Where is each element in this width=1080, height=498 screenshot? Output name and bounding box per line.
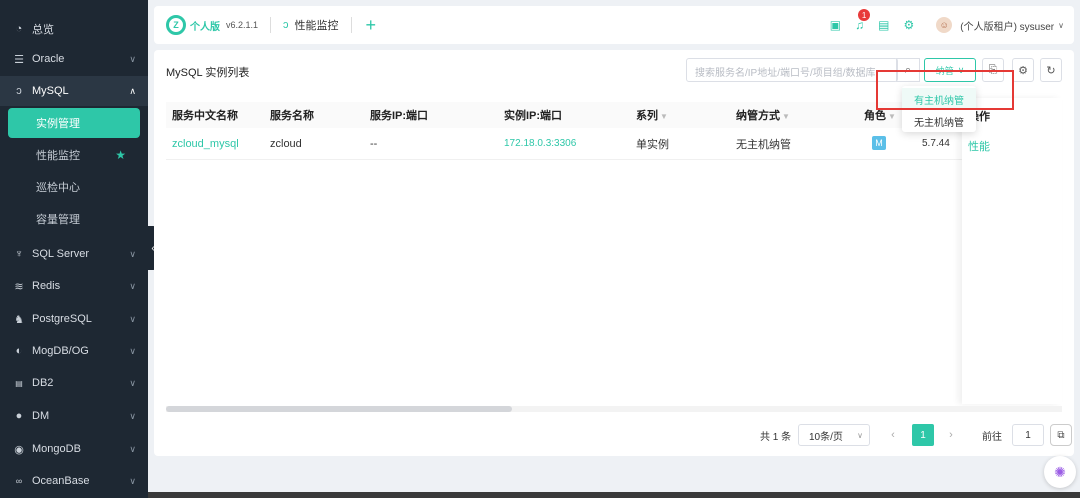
sidebar-item-mysql[interactable]: ↄ MySQL ∧ bbox=[0, 76, 148, 106]
instance-ip-link[interactable]: 172.18.0.3:3306 bbox=[504, 138, 576, 149]
column-header[interactable]: 实例IP:端口 bbox=[504, 107, 562, 123]
oceanbase-icon: ∞ bbox=[15, 476, 23, 486]
column-header[interactable]: 服务名称 bbox=[270, 107, 314, 123]
chevron-down-icon: ∨ bbox=[129, 313, 136, 324]
mogdb-icon: ◐ bbox=[15, 345, 23, 357]
redis-icon: ≋ bbox=[14, 280, 24, 293]
chevron-down-icon: ∨ bbox=[129, 377, 136, 388]
page-number[interactable]: 1 bbox=[912, 424, 934, 446]
add-tab-button[interactable]: + bbox=[366, 15, 377, 36]
sidebar-item-postgresql[interactable]: ♞ PostgreSQL ∨ bbox=[0, 304, 148, 334]
column-header[interactable]: 服务中文名称 bbox=[172, 107, 238, 123]
series: 单实例 bbox=[636, 138, 669, 151]
scrollbar-thumb[interactable] bbox=[166, 406, 512, 412]
column-header[interactable]: 服务IP:端口 bbox=[370, 107, 428, 123]
horizontal-scrollbar[interactable] bbox=[166, 406, 1062, 412]
tab-performance-monitor[interactable]: ↄ 性能监控 bbox=[283, 17, 339, 33]
fixed-action-column: 操作 性能 bbox=[962, 98, 1062, 404]
goto-label: 前往 bbox=[982, 431, 1002, 443]
document-icon[interactable]: ▣ bbox=[830, 18, 841, 32]
sidebar-subitem-performance-monitor[interactable]: 性能监控 ★ bbox=[8, 140, 140, 170]
chevron-down-icon: ∨ bbox=[129, 475, 136, 486]
divider bbox=[270, 17, 272, 33]
top-header: Z 个人版 v6.2.1.1 ↄ 性能监控 + ▣ ♫ 1 ▤ ⚙ ☺ (个人版租… bbox=[154, 6, 1074, 44]
database-icon: ☰ bbox=[14, 53, 24, 66]
service-ip: -- bbox=[370, 137, 378, 150]
total-count: 共 1 条 bbox=[760, 431, 792, 443]
highlight-box bbox=[876, 70, 1014, 110]
refresh-button[interactable]: ↻ bbox=[1040, 58, 1062, 82]
chevron-down-icon: ∨ bbox=[129, 410, 136, 421]
page-title: MySQL 实例列表 bbox=[166, 67, 250, 79]
column-header[interactable]: 纳管方式 ▼ bbox=[736, 107, 790, 123]
sidebar-item-oracle[interactable]: ☰ Oracle ∨ bbox=[0, 44, 148, 74]
clipboard-icon[interactable]: ▤ bbox=[878, 18, 889, 32]
dropdown-option-without-host[interactable]: 无主机纳管 bbox=[902, 110, 976, 132]
sidebar-item-oceanbase[interactable]: ∞ OceanBase ∨ bbox=[0, 466, 148, 496]
gear-icon: ⚙ bbox=[1018, 64, 1028, 77]
translate-icon[interactable]: ⧉ bbox=[1050, 424, 1072, 446]
page-size-select[interactable]: 10条/页 ∨ bbox=[798, 424, 870, 446]
chevron-down-icon: ∨ bbox=[129, 280, 136, 291]
manage-mode: 无主机纳管 bbox=[736, 138, 791, 151]
sidebar-item-mogdb[interactable]: ◐ MogDB/OG ∨ bbox=[0, 336, 148, 366]
sidebar-item-mongodb[interactable]: ◉ MongoDB ∨ bbox=[0, 434, 148, 464]
performance-link[interactable]: 性能 bbox=[968, 138, 990, 154]
divider bbox=[350, 17, 352, 33]
sqlserver-icon: ♆ bbox=[14, 248, 24, 260]
service-name: zcloud bbox=[270, 137, 302, 150]
sidebar-item-dm[interactable]: ● DM ∨ bbox=[0, 401, 148, 431]
avatar[interactable]: ☺ bbox=[936, 17, 953, 33]
filter-icon[interactable]: ▼ bbox=[888, 112, 896, 121]
mongodb-icon: ◉ bbox=[14, 443, 24, 456]
user-name[interactable]: (个人版租户) sysuser bbox=[960, 18, 1054, 33]
search-input[interactable]: 搜索服务名/IP地址/端口号/项目组/数据库 bbox=[686, 58, 898, 82]
column-header[interactable]: 系列 ▼ bbox=[636, 107, 668, 123]
assistant-brain-icon[interactable]: ✺ bbox=[1044, 456, 1076, 488]
star-icon[interactable]: ★ bbox=[115, 148, 126, 162]
table-row[interactable]: zcloud_mysql zcloud -- 172.18.0.3:3306 单… bbox=[166, 128, 1062, 160]
chevron-up-icon: ∧ bbox=[129, 85, 136, 96]
version: 5.7.44 bbox=[922, 138, 950, 149]
goto-page-input[interactable]: 1 bbox=[1012, 424, 1044, 446]
chevron-down-icon: ∨ bbox=[857, 430, 863, 440]
sidebar: ◔ 总览 ☰ Oracle ∨ ↄ MySQL ∧ 实例管理 性能监控 ★ 巡检… bbox=[0, 0, 148, 498]
db2-icon: ▤ bbox=[15, 378, 23, 388]
role-badge: M bbox=[872, 136, 886, 150]
filter-icon[interactable]: ▼ bbox=[782, 112, 790, 121]
chevron-down-icon[interactable]: ∨ bbox=[1058, 21, 1064, 30]
sidebar-item-redis[interactable]: ≋ Redis ∨ bbox=[0, 271, 148, 301]
chevron-down-icon: ∨ bbox=[129, 345, 136, 356]
sidebar-item-db2[interactable]: ▤ DB2 ∨ bbox=[0, 368, 148, 398]
bottom-bar bbox=[148, 492, 1080, 498]
gauge-icon: ◔ bbox=[15, 23, 23, 35]
chevron-down-icon: ∨ bbox=[129, 443, 136, 454]
notification-bell-icon[interactable]: ♫ 1 bbox=[855, 9, 871, 32]
mysql-icon: ↄ bbox=[16, 85, 22, 97]
sidebar-subitem-instance-management[interactable]: 实例管理 bbox=[8, 108, 140, 138]
gear-icon[interactable]: ⚙ bbox=[903, 18, 914, 32]
sidebar-item-overview[interactable]: ◔ 总览 bbox=[0, 14, 148, 44]
prev-page-button[interactable]: ‹ bbox=[884, 424, 902, 446]
dm-icon: ● bbox=[15, 410, 23, 422]
filter-icon[interactable]: ▼ bbox=[660, 112, 668, 121]
sidebar-subitem-inspection-center[interactable]: 巡检中心 bbox=[8, 172, 140, 202]
refresh-icon: ↻ bbox=[1046, 64, 1056, 77]
postgresql-icon: ♞ bbox=[14, 313, 24, 326]
next-page-button[interactable]: › bbox=[942, 424, 960, 446]
chevron-down-icon: ∨ bbox=[129, 248, 136, 259]
sidebar-subitem-capacity-management[interactable]: 容量管理 bbox=[8, 204, 140, 234]
mysql-icon: ↄ bbox=[283, 19, 289, 31]
service-cn-name-link[interactable]: zcloud_mysql bbox=[172, 138, 239, 150]
app-logo[interactable]: Z 个人版 v6.2.1.1 bbox=[166, 15, 258, 35]
chevron-down-icon: ∨ bbox=[129, 53, 136, 64]
settings-button[interactable]: ⚙ bbox=[1012, 58, 1034, 82]
logo-icon: Z bbox=[166, 15, 186, 35]
sidebar-item-sqlserver[interactable]: ♆ SQL Server ∨ bbox=[0, 239, 148, 269]
notification-badge: 1 bbox=[858, 9, 871, 21]
